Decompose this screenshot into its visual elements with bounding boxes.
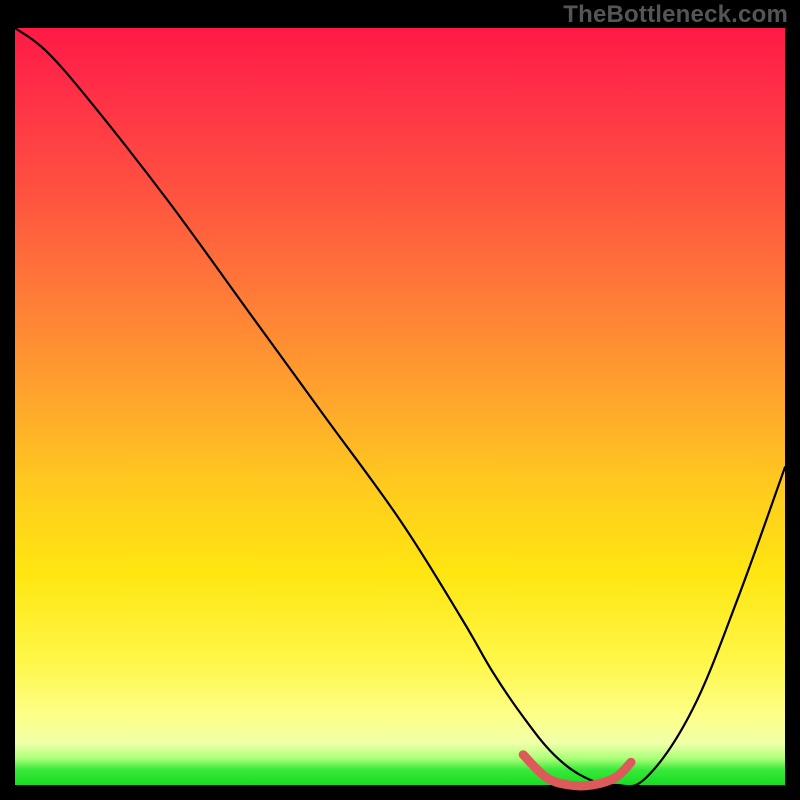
main-curve-path: [15, 28, 785, 786]
plot-area: [15, 28, 785, 785]
valley-highlight-path: [523, 755, 631, 786]
curve-layer: [15, 28, 785, 785]
plot-container: [15, 28, 785, 785]
watermark-text: TheBottleneck.com: [563, 1, 788, 29]
